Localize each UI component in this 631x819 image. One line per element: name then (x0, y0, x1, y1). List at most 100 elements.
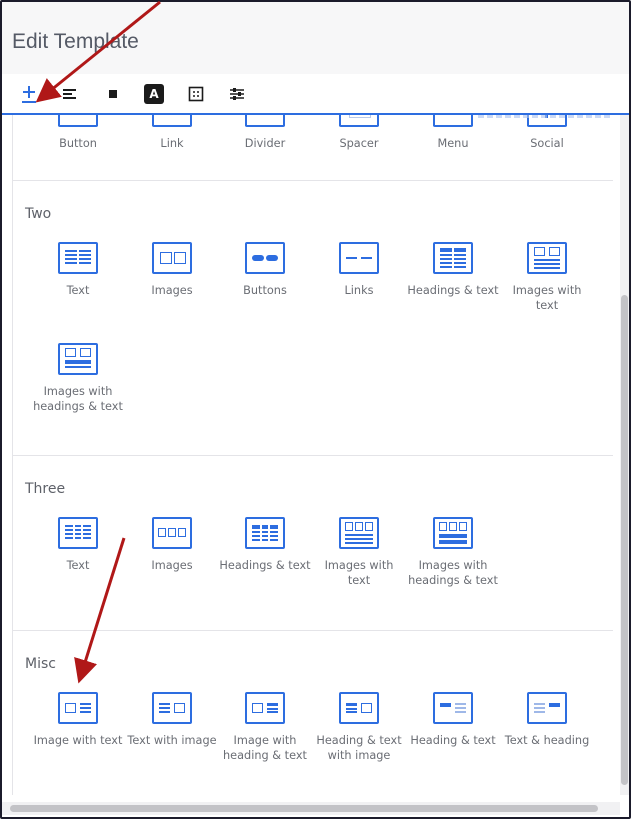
panel-title: Edit Template (12, 30, 139, 53)
three-images-headings-text-item[interactable]: Images with headings & text (407, 517, 499, 588)
item-label: Image with text (33, 734, 123, 747)
link-block-icon (152, 115, 192, 127)
image-with-heading-text-icon (245, 692, 285, 724)
item-label: Headings & text (407, 284, 499, 297)
item-label: Spacer (339, 137, 379, 150)
three-headings-text-icon (245, 517, 285, 549)
divider-block-icon (245, 115, 285, 127)
block-social-item[interactable]: Social (501, 115, 593, 151)
two-images-with-text-icon (527, 242, 567, 274)
vertical-scrollbar-thumb[interactable] (621, 295, 628, 785)
item-label: Images with text (512, 284, 582, 312)
two-images-icon (152, 242, 192, 274)
square-icon (108, 89, 118, 99)
section-one: Button Link Divider Spacer Menu Social (13, 115, 613, 181)
section-title: Misc (25, 656, 56, 672)
vertical-scrollbar[interactable] (620, 115, 629, 795)
item-label: Heading & text with image (316, 734, 402, 762)
two-links-icon (339, 242, 379, 274)
add-content-button[interactable] (16, 81, 42, 107)
item-label: Text (66, 559, 90, 572)
grid-dots-icon (188, 86, 204, 102)
panel-header: Edit Template (2, 2, 629, 75)
item-label: Images with headings & text (408, 559, 498, 587)
horizontal-scrollbar[interactable] (2, 802, 620, 815)
item-label: Text & heading (504, 734, 590, 747)
spacer-block-icon (339, 115, 379, 127)
item-label: Divider (244, 137, 286, 150)
misc-text-heading-item[interactable]: Text & heading (501, 692, 593, 748)
toolbar: A (2, 74, 629, 115)
item-label: Images (151, 559, 193, 572)
item-label: Images with headings & text (33, 385, 123, 413)
text-align-button[interactable] (57, 81, 83, 107)
three-images-with-text-item[interactable]: Images with text (313, 517, 405, 588)
two-buttons-icon (245, 242, 285, 274)
two-images-item[interactable]: Images (126, 242, 218, 298)
misc-image-with-text-item[interactable]: Image with text (32, 692, 124, 748)
misc-heading-text-item[interactable]: Heading & text (407, 692, 499, 748)
two-headings-text-icon (433, 242, 473, 274)
item-label: Text with image (127, 734, 217, 747)
item-label: Menu (437, 137, 469, 150)
text-and-heading-icon (527, 692, 567, 724)
layout-button[interactable] (183, 81, 209, 107)
sliders-icon (229, 87, 245, 101)
text-with-image-icon (152, 692, 192, 724)
decorative-dotted-strip (478, 115, 613, 118)
content-blocks-list: Button Link Divider Spacer Menu Social T… (12, 115, 613, 795)
edit-template-panel: Edit Template A Button Link Divider Spac… (0, 0, 631, 819)
three-images-item[interactable]: Images (126, 517, 218, 573)
plus-icon (20, 84, 38, 104)
three-images-with-text-icon (339, 517, 379, 549)
two-column-text-icon (58, 242, 98, 274)
item-label: Social (530, 137, 564, 150)
item-label: Link (160, 137, 184, 150)
heading-and-text-icon (433, 692, 473, 724)
section-title: Three (25, 481, 66, 497)
three-headings-text-item[interactable]: Headings & text (219, 517, 311, 573)
misc-text-with-image-item[interactable]: Text with image (126, 692, 218, 748)
section-title: Two (25, 206, 52, 222)
three-images-icon (152, 517, 192, 549)
font-button[interactable]: A (141, 81, 167, 107)
block-divider-item[interactable]: Divider (219, 115, 311, 151)
misc-heading-text-image-item[interactable]: Heading & text with image (313, 692, 405, 763)
block-button[interactable] (100, 81, 126, 107)
item-label: Images with text (324, 559, 394, 587)
image-with-text-icon (58, 692, 98, 724)
item-label: Heading & text (410, 734, 496, 747)
two-links-item[interactable]: Links (313, 242, 405, 298)
two-headings-text-item[interactable]: Headings & text (407, 242, 499, 298)
block-button-item[interactable]: Button (32, 115, 124, 151)
font-icon: A (144, 84, 164, 104)
three-column-text-icon (58, 517, 98, 549)
two-images-with-text-item[interactable]: Images with text (501, 242, 593, 313)
menu-block-icon (433, 115, 473, 127)
section-three: Three Text Images Headings & text Images… (13, 455, 613, 631)
two-images-headings-text-icon (58, 343, 98, 375)
item-label: Image with heading & text (223, 734, 307, 762)
block-spacer-item[interactable]: Spacer (313, 115, 405, 151)
align-left-icon (62, 87, 78, 101)
two-buttons-item[interactable]: Buttons (219, 242, 311, 298)
item-label: Links (344, 284, 374, 297)
two-images-headings-text-item[interactable]: Images with headings & text (32, 343, 124, 414)
three-text-item[interactable]: Text (32, 517, 124, 573)
settings-button[interactable] (224, 81, 250, 107)
block-link-item[interactable]: Link (126, 115, 218, 151)
heading-text-with-image-icon (339, 692, 379, 724)
two-text-item[interactable]: Text (32, 242, 124, 298)
item-label: Images (151, 284, 193, 297)
section-misc: Misc Image with text Text with image Ima… (13, 630, 613, 795)
three-images-headings-text-icon (433, 517, 473, 549)
button-block-icon (58, 115, 98, 127)
section-two: Two Text Images Buttons Links Headings &… (13, 180, 613, 456)
horizontal-scrollbar-thumb[interactable] (10, 805, 598, 812)
item-label: Text (66, 284, 90, 297)
misc-image-heading-text-item[interactable]: Image with heading & text (219, 692, 311, 763)
item-label: Button (59, 137, 97, 150)
item-label: Headings & text (219, 559, 311, 572)
item-label: Buttons (243, 284, 287, 297)
block-menu-item[interactable]: Menu (407, 115, 499, 151)
